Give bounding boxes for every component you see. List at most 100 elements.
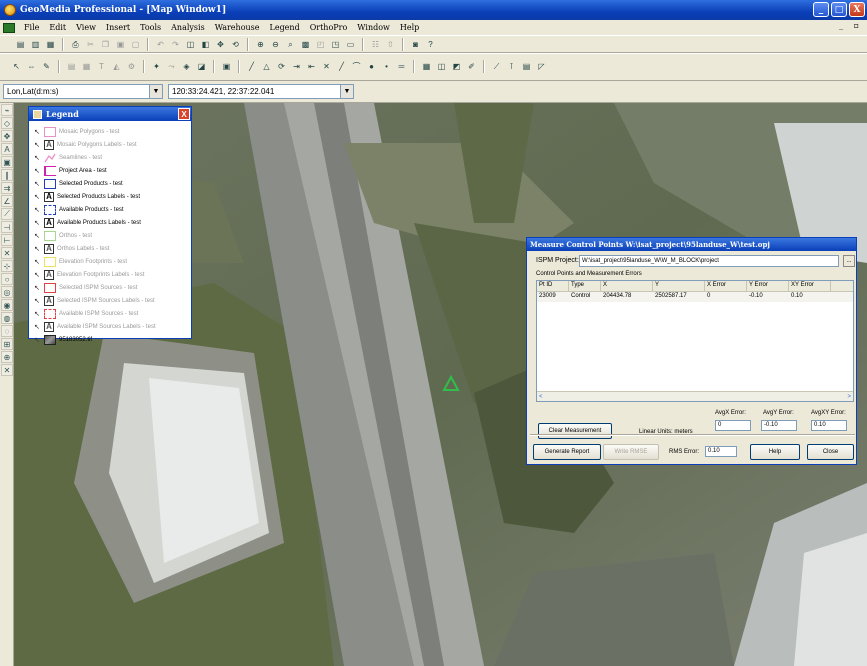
ispm-project-field[interactable]: W:\isat_project\95landuse_W\W_M_BLOCK\pr… xyxy=(579,255,839,267)
legend-entry[interactable]: ↖ A Selected ISPM Sources Labels - test xyxy=(34,294,191,307)
break-icon[interactable]: ⊢ xyxy=(1,234,13,246)
join-icon[interactable]: ⊣ xyxy=(1,221,13,233)
edit-geometry-icon[interactable]: ◈ xyxy=(180,60,193,73)
seamline-icon[interactable]: ⟋ xyxy=(490,60,503,73)
snap-icon[interactable]: ▤ xyxy=(65,60,78,73)
data-view-icon[interactable]: ▣ xyxy=(220,60,233,73)
locatable-arrow-icon[interactable]: ↖ xyxy=(34,141,41,149)
cancel-edit-icon[interactable]: ✕ xyxy=(1,364,13,376)
help-pointer-icon[interactable]: ? xyxy=(424,38,437,51)
coordinate-readout-input[interactable]: 120:33:24.421, 22:37:22.041 ▼ xyxy=(168,84,354,99)
zoom-selected-icon[interactable]: ◳ xyxy=(329,38,342,51)
legend-entry[interactable]: ↖ A Elevation Footprints Labels - test xyxy=(34,268,191,281)
insert-point-icon[interactable]: ✦ xyxy=(150,60,163,73)
menu-tools[interactable]: Tools xyxy=(135,23,166,32)
north-arrow-icon[interactable]: ⇧ xyxy=(384,38,397,51)
scroll-right-icon[interactable]: > xyxy=(847,394,851,400)
pan-icon[interactable]: ✥ xyxy=(214,38,227,51)
legend-entry[interactable]: ↖ Available Products - test xyxy=(34,203,191,216)
brush-icon[interactable]: ✐ xyxy=(465,60,478,73)
clear-measurement-button[interactable]: Clear Measurement xyxy=(538,423,612,439)
point-icon[interactable]: • xyxy=(380,60,393,73)
delete-icon[interactable]: ▢ xyxy=(129,38,142,51)
tile-icon[interactable]: ▤ xyxy=(520,60,533,73)
write-rmse-button[interactable]: Write RMSE xyxy=(603,444,659,460)
legend-entry[interactable]: ↖ Seamlines - test xyxy=(34,151,191,164)
chevron-down-icon[interactable]: ▼ xyxy=(340,85,353,98)
legend-entry[interactable]: ↖ A Available Products Labels - test xyxy=(34,216,191,229)
save-icon[interactable]: ▥ xyxy=(29,38,42,51)
offset-icon[interactable]: ⇉ xyxy=(1,182,13,194)
properties-icon[interactable]: ⚙ xyxy=(125,60,138,73)
locatable-arrow-icon[interactable]: ↖ xyxy=(34,167,41,175)
locatable-arrow-icon[interactable]: ↖ xyxy=(34,232,41,240)
label-icon[interactable]: ▣ xyxy=(1,156,13,168)
column-header[interactable]: X Error xyxy=(705,281,747,291)
horizontal-scrollbar[interactable]: < > xyxy=(537,391,853,401)
feature-icon[interactable]: ◉ xyxy=(1,299,13,311)
legend-entry[interactable]: ↖ A Orthos Labels - test xyxy=(34,242,191,255)
browse-button[interactable]: ... xyxy=(843,255,855,267)
window-icon[interactable]: ▭ xyxy=(344,38,357,51)
generate-report-button[interactable]: Generate Report xyxy=(533,444,601,460)
zoom-out-icon[interactable]: ⊖ xyxy=(269,38,282,51)
change-attribute-icon[interactable]: ◪ xyxy=(195,60,208,73)
locatable-arrow-icon[interactable]: ↖ xyxy=(34,297,41,305)
edit-feature-icon[interactable]: ✎ xyxy=(40,60,53,73)
legend-entry[interactable]: ↖ A Selected Products Labels - test xyxy=(34,190,191,203)
chevron-down-icon[interactable]: ▼ xyxy=(149,85,162,98)
zoom-previous-icon[interactable]: ◰ xyxy=(314,38,327,51)
slope-icon[interactable]: ⟋ xyxy=(1,208,13,220)
new-map-icon[interactable]: ▦ xyxy=(44,38,57,51)
menu-help[interactable]: Help xyxy=(395,23,424,32)
node-icon[interactable]: ◎ xyxy=(1,286,13,298)
move-icon[interactable]: ✥ xyxy=(1,130,13,142)
column-header[interactable]: X xyxy=(601,281,653,291)
help-button[interactable]: Help xyxy=(750,444,800,460)
control-point-icon[interactable]: ⊺ xyxy=(505,60,518,73)
zoom-area-icon[interactable]: ⌕ xyxy=(284,38,297,51)
menu-legend[interactable]: Legend xyxy=(265,23,305,32)
arc-icon[interactable]: ⌒ xyxy=(350,60,363,73)
image-adjust-icon[interactable]: ◩ xyxy=(450,60,463,73)
menu-edit[interactable]: Edit xyxy=(44,23,71,32)
layer-icon[interactable]: ◧ xyxy=(199,38,212,51)
grid-icon[interactable]: ▦ xyxy=(80,60,93,73)
vertex-icon[interactable]: ◇ xyxy=(1,117,13,129)
cut-icon[interactable]: ✂ xyxy=(84,38,97,51)
legend-toggle-icon[interactable]: ☷ xyxy=(369,38,382,51)
refresh-icon[interactable]: ⟲ xyxy=(229,38,242,51)
locatable-arrow-icon[interactable]: ↖ xyxy=(34,336,41,344)
table-row[interactable]: 23009 Control 204434.78 2502587.17 0 -0.10 0.1… xyxy=(537,292,853,302)
locatable-arrow-icon[interactable]: ↖ xyxy=(34,219,41,227)
locatable-arrow-icon[interactable]: ↖ xyxy=(34,245,41,253)
record-icon[interactable]: ● xyxy=(365,60,378,73)
select-tool-icon[interactable]: ◫ xyxy=(184,38,197,51)
pointer-icon[interactable]: ↖ xyxy=(10,60,23,73)
snap-toggle-icon[interactable]: ⊞ xyxy=(1,338,13,350)
image-footprint-icon[interactable]: ◫ xyxy=(435,60,448,73)
locatable-arrow-icon[interactable]: ↖ xyxy=(34,323,41,331)
locatable-arrow-icon[interactable]: ↖ xyxy=(34,128,41,136)
menu-orthopro[interactable]: OrthoPro xyxy=(305,23,353,32)
title-bar[interactable]: GeoMedia Professional - [Map Window1] _ … xyxy=(0,0,867,20)
column-header[interactable]: Type xyxy=(569,281,601,291)
spatial-query-icon[interactable]: ◍ xyxy=(1,312,13,324)
menu-window[interactable]: Window xyxy=(352,23,395,32)
copy-parallel-icon[interactable]: ∥ xyxy=(1,169,13,181)
print-icon[interactable]: ⎙ xyxy=(69,38,82,51)
polygon-icon[interactable]: △ xyxy=(260,60,273,73)
legend-entry[interactable]: ↖ Selected Products - test xyxy=(34,177,191,190)
legend-entry[interactable]: ↖ Available ISPM Sources - test xyxy=(34,307,191,320)
insert-text-icon[interactable]: T xyxy=(95,60,108,73)
construct-icon[interactable]: ⊹ xyxy=(1,260,13,272)
column-header[interactable]: Pt ID xyxy=(537,281,569,291)
text-icon[interactable]: A xyxy=(1,143,13,155)
intersect-icon[interactable]: ✕ xyxy=(1,247,13,259)
locatable-arrow-icon[interactable]: ↖ xyxy=(34,193,41,201)
legend-title-bar[interactable]: Legend xyxy=(29,107,191,121)
measure-icon[interactable]: ⇔ xyxy=(25,60,38,73)
line-icon[interactable]: ╱ xyxy=(335,60,348,73)
polyline-icon[interactable]: ╱ xyxy=(245,60,258,73)
locatable-arrow-icon[interactable]: ↖ xyxy=(34,180,41,188)
